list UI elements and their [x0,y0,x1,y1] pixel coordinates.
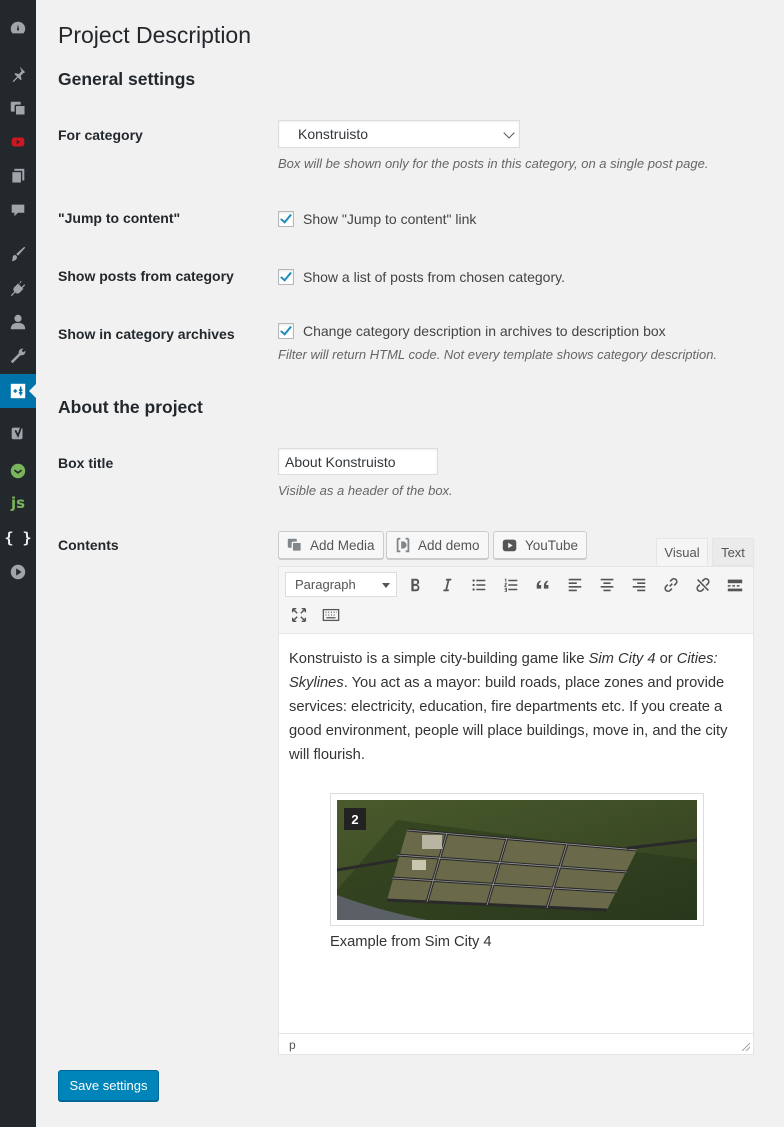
add-demo-button[interactable]: Add demo [386,531,489,559]
dashboard-icon[interactable] [0,11,36,45]
blockquote-icon[interactable] [529,571,557,599]
category-label: For category [58,127,143,143]
wpforms-icon[interactable] [0,454,36,488]
format-select-value: Paragraph [295,577,356,592]
category-description: Box will be shown only for the posts in … [278,156,709,171]
editor-toolbar: Paragraph [279,567,753,634]
posts-label: Show posts from category [58,268,234,284]
add-media-label: Add Media [310,537,375,553]
link-icon[interactable] [657,571,685,599]
format-select[interactable]: Paragraph [285,572,397,597]
content-text: Konstruisto is a simple city-building ga… [289,651,589,667]
youtube-button[interactable]: YouTube [493,531,588,559]
image-badge: 2 [344,808,366,830]
media-icon [287,538,302,552]
fullscreen-icon[interactable] [285,601,313,629]
pages-icon[interactable] [0,159,36,193]
posts-checkbox[interactable] [278,269,294,285]
about-heading: About the project [58,397,203,417]
jump-checkbox[interactable] [278,211,294,227]
category-select[interactable]: Konstruisto [278,120,520,148]
align-center-icon[interactable] [593,571,621,599]
contents-label: Contents [58,537,119,553]
braces-icon[interactable]: { } [0,521,36,555]
image-figure[interactable]: 2 [330,793,704,926]
chevron-down-icon [503,127,515,139]
general-settings-heading: General settings [58,69,196,89]
category-select-value: Konstruisto [298,126,369,142]
align-left-icon[interactable] [561,571,589,599]
tab-text[interactable]: Text [712,538,754,566]
yoast-icon[interactable] [0,416,36,450]
youtube-icon[interactable] [0,125,36,159]
page-title: Project Description [58,22,252,48]
play-icon[interactable] [0,555,36,589]
jump-checkbox-label: Show "Jump to content" link [303,211,477,227]
archives-checkbox-label: Change category description in archives … [303,323,666,339]
posts-checkbox-label: Show a list of posts from chosen categor… [303,269,565,285]
tools-icon[interactable] [0,339,36,373]
tab-visual[interactable]: Visual [656,538,708,566]
brush-icon[interactable] [0,237,36,271]
italic-icon[interactable] [433,571,461,599]
add-demo-label: Add demo [418,537,480,553]
bullet-list-icon[interactable] [465,571,493,599]
users-icon[interactable] [0,305,36,339]
media-icon[interactable] [0,91,36,125]
js-icon[interactable]: js [0,486,36,520]
city-screenshot-image: 2 [337,800,697,920]
content-editor[interactable]: Paragraph Konstruisto is a simple city-b… [278,566,754,1055]
save-settings-button[interactable]: Save settings [58,1070,159,1101]
archives-checkbox-row[interactable]: Change category description in archives … [278,323,666,339]
editor-content[interactable]: Konstruisto is a simple city-building ga… [289,647,729,767]
box-title-label: Box title [58,455,114,471]
unlink-icon[interactable] [689,571,717,599]
content-emphasis: Sim City 4 [588,651,656,667]
box-title-description: Visible as a header of the box. [278,483,453,498]
read-more-icon[interactable] [721,571,749,599]
element-path[interactable]: p [289,1038,296,1052]
jump-label: "Jump to content" [58,210,181,226]
content-text: . You act as a mayor: build roads, place… [289,675,728,763]
admin-sidebar: js { } [0,0,36,1127]
image-caption: Example from Sim City 4 [330,934,492,950]
caret-down-icon [382,583,390,588]
resize-handle-icon[interactable] [742,1043,750,1051]
editor-statusbar: p [279,1033,753,1054]
comments-icon[interactable] [0,193,36,227]
demo-icon [396,537,410,553]
archives-checkbox[interactable] [278,323,294,339]
box-title-input[interactable] [278,448,438,475]
youtube-label: YouTube [525,537,579,553]
jump-checkbox-row[interactable]: Show "Jump to content" link [278,211,476,227]
bold-icon[interactable] [401,571,429,599]
keyboard-icon[interactable] [317,601,345,629]
add-media-button[interactable]: Add Media [278,531,384,559]
pin-icon[interactable] [0,57,36,91]
project-icon[interactable] [0,374,36,408]
posts-checkbox-row[interactable]: Show a list of posts from chosen categor… [278,269,565,285]
youtube-icon [502,539,517,552]
content-text: or [655,651,677,667]
archives-label: Show in category archives [58,326,235,342]
align-right-icon[interactable] [625,571,653,599]
plugins-icon[interactable] [0,271,36,305]
archives-description: Filter will return HTML code. Not every … [278,347,718,362]
numbered-list-icon[interactable] [497,571,525,599]
